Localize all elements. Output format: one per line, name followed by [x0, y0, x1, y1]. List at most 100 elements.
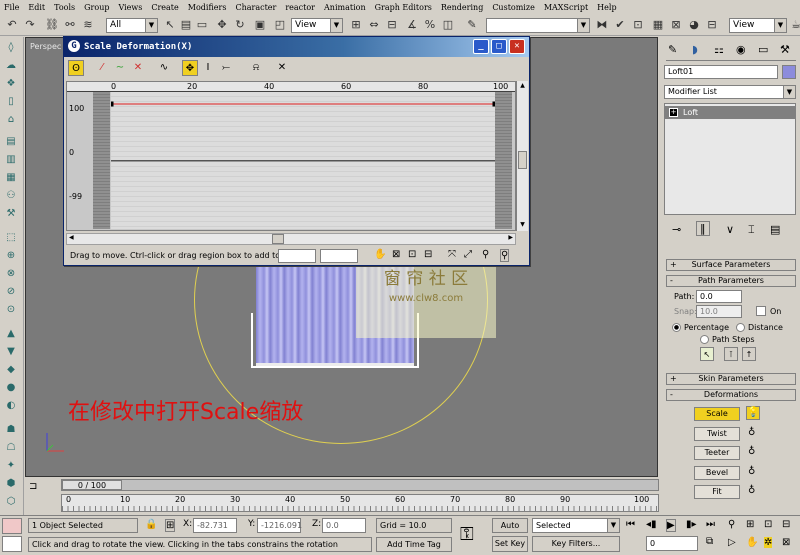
- tool-icon[interactable]: ▦: [4, 171, 18, 185]
- display-xy-axes-icon[interactable]: ✕: [130, 60, 146, 76]
- tool-icon[interactable]: ⚇: [4, 189, 18, 203]
- play-icon[interactable]: ▶: [666, 519, 676, 532]
- select-scale-icon[interactable]: ▣: [252, 17, 268, 33]
- select-rotate-icon[interactable]: ↻: [232, 17, 248, 33]
- tool-icon[interactable]: ☖: [4, 441, 18, 455]
- menu-graph-editors[interactable]: Graph Editors: [375, 3, 432, 12]
- deformation-graph[interactable]: 0 20 40 60 80 100 100 0 -99: [66, 81, 516, 231]
- select-object-icon[interactable]: ↖: [162, 17, 178, 33]
- mirror-icon[interactable]: ⇔: [366, 17, 382, 33]
- menu-rendering[interactable]: Rendering: [441, 3, 483, 12]
- fit-enable-bulb-icon[interactable]: ♁: [748, 485, 755, 496]
- time-config-icon[interactable]: ⧉: [706, 536, 713, 547]
- tool-icon[interactable]: ▯: [4, 95, 18, 109]
- dialog-title-bar[interactable]: G Scale Deformation(X) _ □ ✕: [64, 37, 529, 57]
- scroll-thumb[interactable]: [518, 151, 527, 169]
- vertical-scrollbar[interactable]: ▲ ▼: [516, 81, 528, 231]
- object-name-field[interactable]: Loft01: [664, 65, 778, 79]
- scroll-left-icon[interactable]: ◀: [69, 234, 74, 241]
- auto-key-button[interactable]: Auto Key: [492, 518, 528, 544]
- edit-named-sel-icon[interactable]: ✎: [464, 17, 480, 33]
- rollout-surface-parameters[interactable]: + Surface Parameters: [666, 259, 796, 271]
- pan-view-icon[interactable]: ✋: [746, 537, 758, 548]
- key-icon[interactable]: ⚿: [460, 524, 474, 545]
- scale-deform-button[interactable]: Scale: [694, 407, 740, 421]
- menu-views[interactable]: Views: [118, 3, 142, 12]
- menu-edit[interactable]: Edit: [28, 3, 45, 12]
- y-coord-field[interactable]: -1216.091: [257, 518, 302, 533]
- field-of-view-icon[interactable]: ▷: [728, 537, 736, 548]
- menu-animation[interactable]: Animation: [324, 3, 366, 12]
- link-icon[interactable]: ⛓: [44, 17, 60, 33]
- insert-corner-point-icon[interactable]: ⤚: [218, 60, 234, 76]
- tool-icon[interactable]: ⬢: [4, 477, 18, 491]
- menu-file[interactable]: File: [4, 3, 19, 12]
- redo-icon[interactable]: ↷: [22, 17, 38, 33]
- material-editor-icon[interactable]: ◕: [686, 17, 702, 33]
- tool-icon[interactable]: ◊: [4, 41, 18, 55]
- tool-icon[interactable]: ☗: [4, 423, 18, 437]
- scroll-thumb-h[interactable]: [272, 234, 284, 244]
- zoom-extents-icon[interactable]: ⊠: [392, 249, 400, 260]
- swap-curves-icon[interactable]: ∿: [156, 60, 172, 76]
- tool-icon[interactable]: ⌂: [4, 113, 18, 127]
- twist-deform-button[interactable]: Twist: [694, 427, 740, 441]
- snap-icon[interactable]: ∡: [404, 17, 420, 33]
- maximize-viewport-icon[interactable]: ⊠: [782, 537, 790, 548]
- layer-icon[interactable]: ⊡: [630, 17, 646, 33]
- object-color-swatch[interactable]: [782, 65, 796, 79]
- configure-sets-icon[interactable]: ▤: [770, 223, 780, 236]
- curve-editor-icon[interactable]: ▦: [650, 17, 666, 33]
- display-y-axis-icon[interactable]: ∼: [112, 60, 128, 76]
- pivot-center-icon[interactable]: ⊞: [348, 17, 364, 33]
- tool-icon[interactable]: ⬡: [4, 495, 18, 509]
- bind-space-warp-icon[interactable]: ≋: [80, 17, 96, 33]
- track-bar[interactable]: 0 10 20 30 40 50 60 70 80 90 100: [61, 494, 659, 512]
- menu-group[interactable]: Group: [84, 3, 109, 12]
- schematic-icon[interactable]: ⊠: [668, 17, 684, 33]
- zoom-horizontal-extents-icon[interactable]: ⊡: [408, 249, 416, 260]
- distance-radio[interactable]: [736, 323, 745, 332]
- reset-curve-icon[interactable]: ✕: [274, 60, 290, 76]
- tool-icon[interactable]: ⊙: [4, 303, 18, 317]
- tool-icon[interactable]: ⚒: [4, 207, 18, 221]
- control-point[interactable]: [492, 101, 496, 107]
- teeter-enable-bulb-icon[interactable]: ♁: [748, 446, 755, 457]
- make-unique-icon[interactable]: ∨: [726, 223, 734, 236]
- display-tab-icon[interactable]: ▭: [758, 43, 768, 56]
- tool-icon[interactable]: ◐: [4, 399, 18, 413]
- menu-customize[interactable]: Customize: [492, 3, 535, 12]
- tool-icon[interactable]: ▤: [4, 135, 18, 149]
- zoom-region-icon[interactable]: ⚲: [500, 249, 510, 262]
- rollout-path-parameters[interactable]: - Path Parameters: [666, 275, 796, 287]
- delete-control-point-icon[interactable]: ⍾: [248, 60, 264, 76]
- checkmark-icon[interactable]: ✔: [612, 17, 628, 33]
- viewport-label[interactable]: Perspec: [30, 42, 61, 51]
- modifier-list-select[interactable]: Modifier List ▼: [664, 85, 796, 99]
- ref-coord-system-select[interactable]: View ▼: [291, 18, 343, 33]
- pick-shape-icon[interactable]: ↖: [700, 347, 714, 361]
- tool-icon[interactable]: ▥: [4, 153, 18, 167]
- minimize-button[interactable]: _: [473, 39, 489, 54]
- absolute-mode-icon[interactable]: ⊞: [165, 519, 176, 532]
- menu-character[interactable]: Character: [235, 3, 276, 12]
- tool-icon[interactable]: ◆: [4, 363, 18, 377]
- modify-tab-icon[interactable]: ◗: [692, 43, 698, 56]
- make-symmetrical-icon[interactable]: ʘ: [68, 60, 84, 76]
- path-steps-radio[interactable]: [700, 335, 709, 344]
- tool-icon[interactable]: ▼: [4, 345, 18, 359]
- path-value-field[interactable]: 0.0: [696, 290, 742, 303]
- bevel-enable-bulb-icon[interactable]: ♁: [748, 466, 755, 477]
- scale-icon[interactable]: ◰: [272, 17, 288, 33]
- pan-icon[interactable]: ✋: [374, 249, 386, 260]
- fit-deform-button[interactable]: Fit: [694, 485, 740, 499]
- curve-plot[interactable]: [111, 92, 495, 229]
- tool-icon[interactable]: ⊘: [4, 285, 18, 299]
- render-view-select[interactable]: View ▼: [729, 18, 787, 33]
- arc-rotate-icon[interactable]: ✲: [764, 537, 773, 548]
- menu-maxscript[interactable]: MAXScript: [544, 3, 588, 12]
- zoom-extents-all-icon[interactable]: ⊟: [782, 519, 790, 530]
- snap-on-checkbox[interactable]: [756, 306, 766, 316]
- remove-modifier-icon[interactable]: ⌶: [748, 223, 755, 237]
- pin-stack-icon[interactable]: ⊸: [672, 223, 681, 236]
